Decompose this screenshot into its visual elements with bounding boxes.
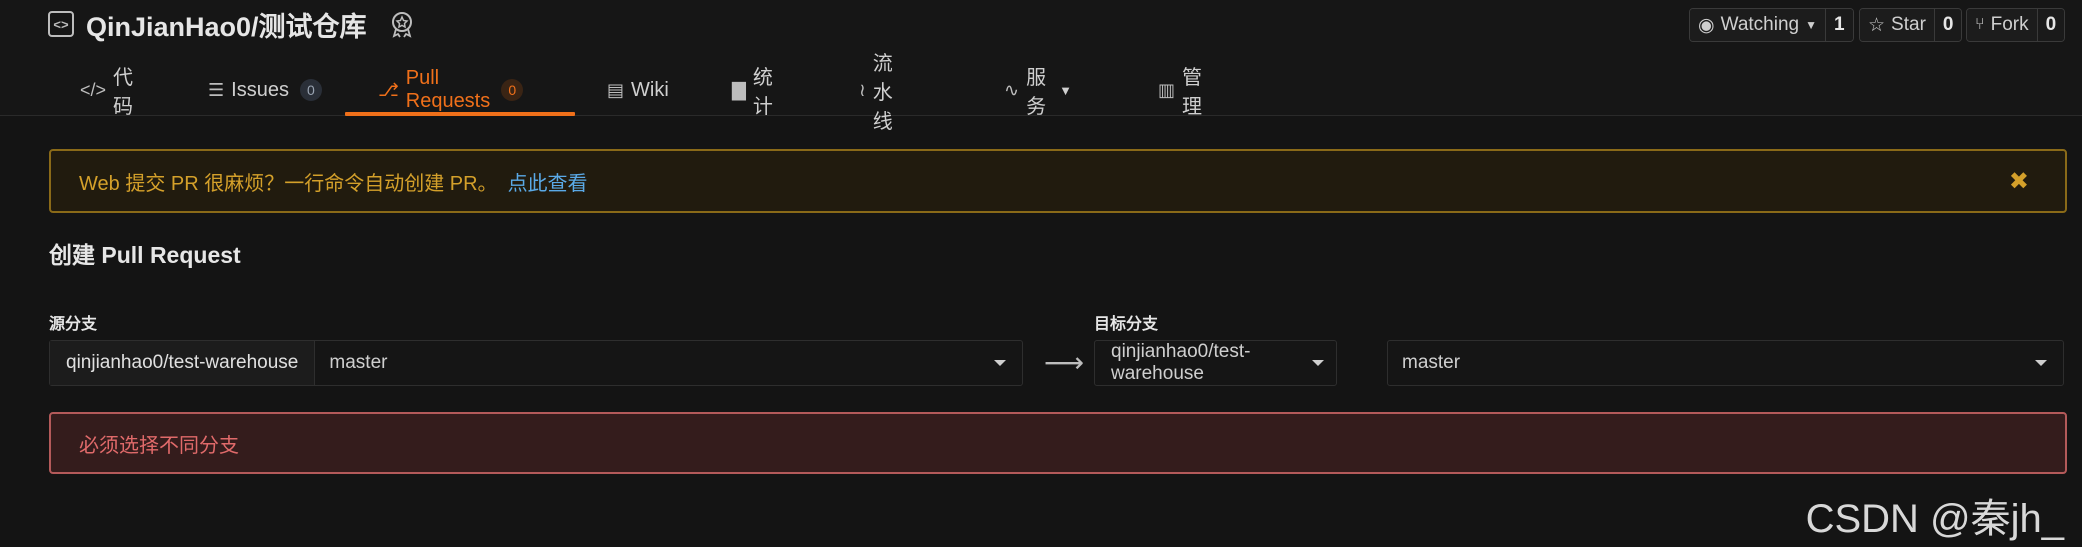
tab-stats[interactable]: ▇ 统计 xyxy=(732,64,773,118)
code-icon: </> xyxy=(80,79,107,100)
watch-button-group[interactable]: ◉ Watching ▼ 1 xyxy=(1689,8,1854,42)
target-repo-dropdown[interactable]: qinjianhao0/test-warehouse xyxy=(1094,340,1337,386)
notice-text: Web 提交 PR 很麻烦？一行命令自动创建 PR。 xyxy=(79,172,498,195)
repo-icon: <> xyxy=(48,11,74,37)
star-button[interactable]: ☆ Star xyxy=(1860,9,1935,41)
eye-icon: ◉ xyxy=(1698,14,1715,36)
star-icon: ☆ xyxy=(1868,14,1886,36)
target-branch-label: 目标分支 xyxy=(1094,316,1159,333)
tab-services[interactable]: ∿ 服务 ▼ xyxy=(1004,64,1072,118)
error-message: 必须选择不同分支 xyxy=(49,412,2067,474)
target-branch-dropdown[interactable]: master xyxy=(1387,340,2064,386)
chart-icon: ▇ xyxy=(732,79,746,100)
tab-code[interactable]: </> 代码 xyxy=(80,64,133,118)
tab-pull-requests[interactable]: ⎇ Pull Requests 0 xyxy=(378,64,524,116)
issues-icon: ☰ xyxy=(208,79,225,100)
fork-button-group[interactable]: ⑂ Fork 0 xyxy=(1966,8,2066,42)
star-button-group[interactable]: ☆ Star 0 xyxy=(1859,8,1963,42)
chevron-down-icon xyxy=(994,360,1006,366)
tab-issues[interactable]: ☰ Issues 0 xyxy=(208,64,322,116)
pull-requests-count-badge: 0 xyxy=(501,79,524,101)
chevron-down-icon xyxy=(2035,360,2047,366)
fork-icon: ⑂ xyxy=(1975,16,1985,33)
fork-button[interactable]: ⑂ Fork xyxy=(1967,9,2038,41)
tab-pipeline[interactable]: ≀ 流水线 xyxy=(859,53,893,133)
tab-wiki[interactable]: ▤ Wiki xyxy=(607,64,669,116)
fork-count[interactable]: 0 xyxy=(2037,9,2065,41)
target-branch: master xyxy=(1402,352,1461,373)
notice-banner: Web 提交 PR 很麻烦？一行命令自动创建 PR。 点此查看 ✖ xyxy=(49,149,2067,213)
target-repo: qinjianhao0/test-warehouse xyxy=(1111,341,1251,384)
chevron-down-icon: ▼ xyxy=(1059,82,1072,98)
repo-header: <> QinJianHao0/测试仓库 ◉ Watching ▼ 1 ☆ Sta… xyxy=(0,0,2082,133)
close-icon[interactable]: ✖ xyxy=(2009,167,2029,196)
source-branch-selector: qinjianhao0/test-warehouse master xyxy=(49,340,1023,386)
tab-manage[interactable]: ▥ 管理 xyxy=(1158,64,1202,118)
repo-title: <> QinJianHao0/测试仓库 xyxy=(48,8,417,42)
pipeline-icon: ≀ xyxy=(859,79,866,100)
watch-button[interactable]: ◉ Watching ▼ xyxy=(1690,9,1826,41)
source-repo: qinjianhao0/test-warehouse xyxy=(50,341,316,385)
chevron-down-icon: ▼ xyxy=(1805,18,1817,32)
watermark: CSDN @秦jh_ xyxy=(1805,497,2064,541)
notice-link[interactable]: 点此查看 xyxy=(508,167,588,196)
page-title: 创建 Pull Request xyxy=(49,242,241,268)
active-tab-indicator xyxy=(345,112,575,116)
manage-icon: ▥ xyxy=(1158,79,1176,100)
source-branch-dropdown[interactable]: master xyxy=(315,341,1022,385)
badge-icon[interactable] xyxy=(387,9,417,39)
source-branch-label: 源分支 xyxy=(49,316,98,333)
pull-request-icon: ⎇ xyxy=(378,79,399,100)
watch-count[interactable]: 1 xyxy=(1825,9,1853,41)
chevron-down-icon xyxy=(1312,360,1324,366)
pulse-icon: ∿ xyxy=(1004,79,1020,100)
star-count[interactable]: 0 xyxy=(1934,9,1962,41)
wiki-icon: ▤ xyxy=(607,79,625,100)
arrow-right-icon: ⟶ xyxy=(1044,347,1085,378)
issues-count-badge: 0 xyxy=(299,79,322,101)
repo-name[interactable]: QinJianHao0/测试仓库 xyxy=(86,5,367,44)
